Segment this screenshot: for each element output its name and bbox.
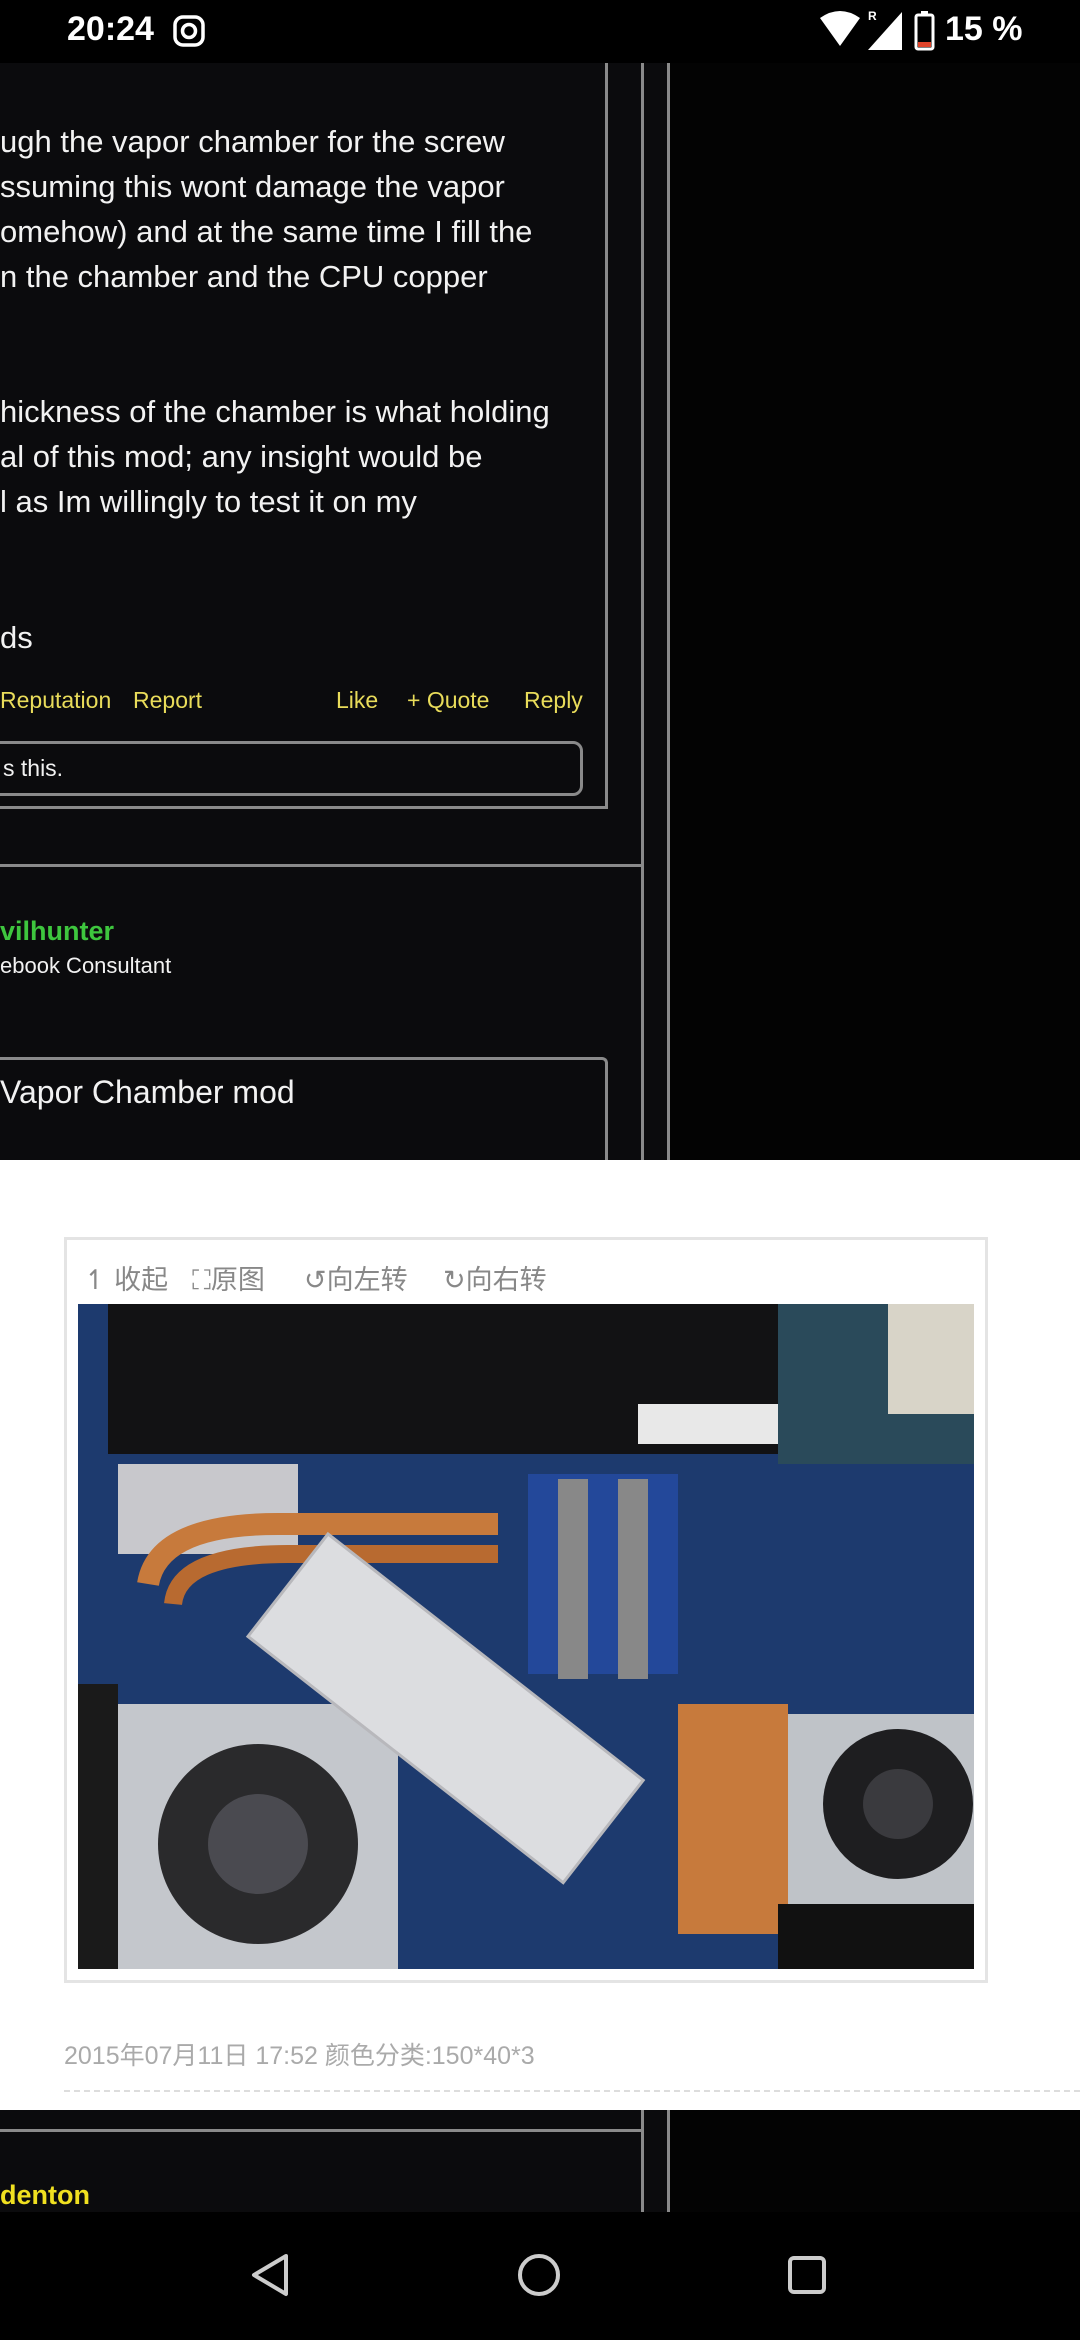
- likes-box: s this.: [0, 741, 583, 796]
- dashed-divider: [64, 2090, 1080, 2092]
- username-link[interactable]: denton: [0, 2180, 90, 2211]
- post-line: al of this mod; any insight would be: [0, 439, 483, 474]
- column-divider: [641, 2110, 644, 2212]
- original-label: 原图: [210, 1265, 265, 1295]
- post-border: [605, 63, 608, 808]
- post-line: ds: [0, 620, 33, 655]
- post-separator: [0, 864, 643, 867]
- instagram-icon: [173, 15, 205, 47]
- post-line: l as Im willingly to test it on my: [0, 484, 417, 519]
- column-divider: [667, 2110, 670, 2212]
- rotate-left-icon: ↺: [304, 1265, 327, 1295]
- collapse-icon: ↿: [84, 1265, 107, 1295]
- image-caption: 2015年07月11日 17:52 颜色分类:150*40*3: [64, 2042, 535, 2070]
- post-line: ssuming this wont damage the vapor: [0, 169, 505, 204]
- battery-percent: 15 %: [945, 10, 1023, 48]
- side-column-lower: [668, 2110, 1080, 2212]
- column-divider: [667, 63, 670, 1160]
- battery-icon: [914, 11, 935, 51]
- status-time: 20:24: [67, 10, 154, 48]
- rotate-left-label: 向左转: [326, 1265, 408, 1295]
- back-icon[interactable]: [248, 2252, 292, 2298]
- motherboard-photo: [78, 1304, 974, 1969]
- collapse-label: 收起: [114, 1265, 169, 1295]
- original-image-button[interactable]: ⛶原图: [192, 1258, 265, 1297]
- post-border-bottom: [0, 806, 608, 809]
- status-bar: 20:24 R 15 %: [0, 0, 1080, 63]
- post-separator: [0, 2129, 643, 2132]
- column-divider: [641, 63, 644, 1160]
- reply-button[interactable]: Reply: [524, 687, 583, 714]
- rotate-right-label: 向右转: [465, 1265, 547, 1295]
- username-link[interactable]: vilhunter: [0, 916, 114, 947]
- like-button[interactable]: Like: [336, 687, 378, 714]
- svg-text:R: R: [868, 9, 877, 23]
- likes-text: s this.: [3, 755, 64, 781]
- recents-icon[interactable]: [786, 2254, 828, 2296]
- post-line: ugh the vapor chamber for the screw: [0, 124, 505, 159]
- rotate-right-icon: ↻: [443, 1265, 466, 1295]
- post-line: hickness of the chamber is what holding: [0, 394, 550, 429]
- wifi-icon: [820, 11, 860, 46]
- rotate-right-button[interactable]: ↻向右转: [443, 1258, 547, 1297]
- post-line: n the chamber and the CPU copper: [0, 259, 488, 294]
- user-title: ebook Consultant: [0, 953, 172, 978]
- navigation-bar: [0, 2212, 1080, 2340]
- signal-icon: R: [868, 9, 902, 50]
- report-link[interactable]: Report: [133, 687, 202, 714]
- reputation-link[interactable]: Reputation: [0, 687, 111, 714]
- collapse-button[interactable]: ↿ 收起: [84, 1258, 168, 1297]
- post-line: omehow) and at the same time I fill the: [0, 214, 533, 249]
- rotate-left-button[interactable]: ↺向左转: [304, 1258, 408, 1297]
- expand-icon: ⛶: [192, 1265, 211, 1295]
- quote-title: Vapor Chamber mod: [0, 1074, 295, 1110]
- home-icon[interactable]: [516, 2252, 562, 2298]
- quote-button[interactable]: + Quote: [407, 687, 489, 714]
- side-column: [668, 63, 1080, 1160]
